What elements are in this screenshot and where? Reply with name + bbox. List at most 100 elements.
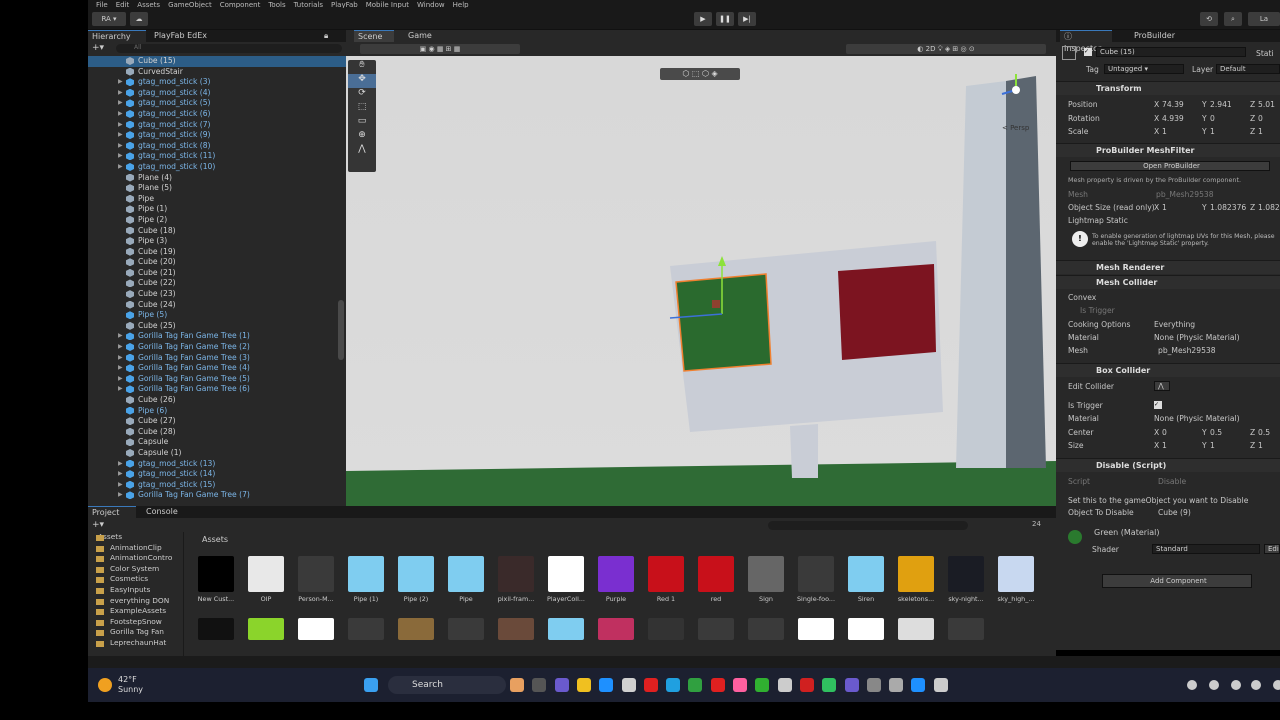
asset-item[interactable]: sky_high_... — [994, 556, 1038, 603]
hierarchy-row[interactable]: ▶ Gorilla Tag Fan Game Tree (1) — [88, 331, 346, 342]
taskbar-app-icon[interactable] — [599, 678, 614, 692]
center-x-field[interactable]: 0 — [1162, 428, 1167, 437]
taskbar-app-icon[interactable] — [933, 678, 948, 692]
add-icon[interactable]: +▾ — [92, 43, 108, 53]
hierarchy-row[interactable]: Cube (20) — [88, 257, 346, 268]
rotation-x-field[interactable]: 4.939 — [1162, 114, 1184, 123]
asset-item[interactable] — [844, 618, 888, 640]
hierarchy-row[interactable]: Cube (28) — [88, 427, 346, 438]
expand-arrow-icon[interactable]: ▶ — [118, 490, 123, 501]
orientation-gizmo[interactable] — [996, 70, 1036, 110]
expand-arrow-icon[interactable]: ▶ — [118, 130, 123, 141]
tray-icon[interactable] — [1209, 680, 1219, 690]
mc-mesh-field[interactable]: pb_Mesh29538 — [1158, 346, 1216, 355]
asset-item[interactable]: Pipe (1) — [344, 556, 388, 603]
asset-item[interactable] — [694, 618, 738, 640]
tool-overlay[interactable]: ⬡ ⬚ ⬡ ◈ — [660, 68, 740, 80]
scene-gizmo-controls[interactable]: ◐ 2D 💡︎ ◈ ⊞ ◎ ⊙ — [846, 44, 1046, 54]
taskbar-app-icon[interactable] — [688, 678, 703, 692]
hierarchy-row[interactable]: Pipe (1) — [88, 204, 346, 215]
custom-tool-icon[interactable]: ⋀ — [348, 144, 376, 158]
meshcollider-header[interactable]: Mesh Collider — [1056, 275, 1280, 289]
boxcollider-header[interactable]: Box Collider — [1056, 363, 1280, 377]
meshfilter-header[interactable]: ProBuilder MeshFilter — [1056, 143, 1280, 157]
asset-item[interactable]: pixil-fram... — [494, 556, 538, 603]
transform-header[interactable]: Transform — [1056, 81, 1280, 95]
taskbar-app-icon[interactable] — [666, 678, 681, 692]
size-z-field[interactable]: 1 — [1258, 441, 1263, 450]
center-y-field[interactable]: 0.5 — [1210, 428, 1222, 437]
taskbar-app-icon[interactable] — [643, 678, 658, 692]
layers-dropdown[interactable]: La — [1248, 12, 1280, 26]
asset-item[interactable]: Red 1 — [644, 556, 688, 603]
hierarchy-row[interactable]: ▶ gtag_mod_stick (11) — [88, 151, 346, 162]
hierarchy-row[interactable]: Cube (23) — [88, 289, 346, 300]
hierarchy-row[interactable]: Cube (25) — [88, 321, 346, 332]
hierarchy-row[interactable]: CurvedStair — [88, 67, 346, 78]
position-x-field[interactable]: 74.39 — [1162, 100, 1184, 109]
taskbar-app-icon[interactable] — [532, 678, 547, 692]
scene-view-controls[interactable]: ▣ ◉ ▦ ⊞ ▦ — [360, 44, 520, 54]
asset-item[interactable]: red — [694, 556, 738, 603]
account-button[interactable]: RA ▾ — [92, 12, 126, 26]
expand-arrow-icon[interactable]: ▶ — [118, 120, 123, 131]
tray-icon[interactable] — [1231, 680, 1241, 690]
folder-item[interactable]: Cosmetics — [88, 574, 183, 585]
edit-collider-button[interactable]: ⋀ — [1154, 381, 1170, 391]
taskbar-search[interactable]: Search — [388, 676, 506, 694]
hierarchy-row[interactable]: ▶ gtag_mod_stick (9) — [88, 130, 346, 141]
asset-item[interactable] — [544, 618, 588, 640]
asset-item[interactable] — [394, 618, 438, 640]
expand-arrow-icon[interactable]: ▶ — [118, 88, 123, 99]
active-checkbox[interactable]: ✓ — [1084, 48, 1092, 56]
hand-tool-icon[interactable]: ✋︎ — [348, 60, 376, 74]
cooking-dropdown[interactable]: Everything — [1154, 320, 1195, 329]
asset-item[interactable] — [744, 618, 788, 640]
hierarchy-row[interactable]: Plane (5) — [88, 183, 346, 194]
expand-arrow-icon[interactable]: ▶ — [118, 151, 123, 162]
taskbar-app-icon[interactable] — [755, 678, 770, 692]
static-toggle[interactable]: Stati — [1256, 49, 1274, 58]
hierarchy-row[interactable]: ▶ gtag_mod_stick (14) — [88, 469, 346, 480]
asset-item[interactable]: New Cust... — [194, 556, 238, 603]
asset-item[interactable] — [944, 618, 988, 640]
position-z-field[interactable]: 5.01 — [1258, 100, 1275, 109]
scale-x-field[interactable]: 1 — [1162, 127, 1167, 136]
hierarchy-row[interactable]: ▶ Gorilla Tag Fan Game Tree (6) — [88, 384, 346, 395]
asset-item[interactable]: Single-foo... — [794, 556, 838, 603]
hierarchy-search-input[interactable]: All — [116, 44, 342, 53]
asset-item[interactable] — [194, 618, 238, 640]
tray-icon[interactable] — [1251, 680, 1261, 690]
hierarchy-row[interactable]: Pipe (3) — [88, 236, 346, 247]
asset-item[interactable] — [344, 618, 388, 640]
taskbar-app-icon[interactable] — [777, 678, 792, 692]
hierarchy-row[interactable]: Cube (18) — [88, 226, 346, 237]
tab-playfab[interactable]: PlayFab EdEx — [150, 30, 220, 42]
size-y-field[interactable]: 1 — [1210, 441, 1215, 450]
folder-item[interactable]: FootstepSnow — [88, 617, 183, 628]
expand-arrow-icon[interactable]: ▶ — [118, 480, 123, 491]
hierarchy-row[interactable]: Cube (21) — [88, 268, 346, 279]
taskbar-app-icon[interactable] — [733, 678, 747, 692]
asset-item[interactable] — [294, 618, 338, 640]
expand-arrow-icon[interactable]: ▶ — [118, 374, 123, 385]
layer-dropdown[interactable]: Default — [1216, 64, 1280, 74]
folder-item[interactable]: EasyInputs — [88, 585, 183, 596]
taskbar-app-icon[interactable] — [844, 678, 859, 692]
taskbar-app-icon[interactable] — [822, 678, 837, 692]
object-size-x-field[interactable]: 1 — [1162, 203, 1167, 212]
folder-item[interactable]: Gorilla Tag Fan — [88, 627, 183, 638]
asset-item[interactable]: Person-M... — [294, 556, 338, 603]
asset-item[interactable] — [244, 618, 288, 640]
size-x-field[interactable]: 1 — [1162, 441, 1167, 450]
folder-item[interactable]: Assets — [88, 532, 183, 543]
hierarchy-row[interactable]: ▶ gtag_mod_stick (13) — [88, 459, 346, 470]
asset-item[interactable] — [594, 618, 638, 640]
hierarchy-row[interactable]: ▶ gtag_mod_stick (10) — [88, 162, 346, 173]
disable-script-header[interactable]: Disable (Script) — [1056, 458, 1280, 472]
hierarchy-row[interactable]: Cube (19) — [88, 247, 346, 258]
tab-probuilder[interactable]: ProBuilder — [1130, 30, 1190, 42]
project-breadcrumb[interactable]: Assets — [202, 535, 228, 544]
asset-item[interactable]: PlayerColl... — [544, 556, 588, 603]
tray-icon[interactable] — [1273, 680, 1280, 690]
